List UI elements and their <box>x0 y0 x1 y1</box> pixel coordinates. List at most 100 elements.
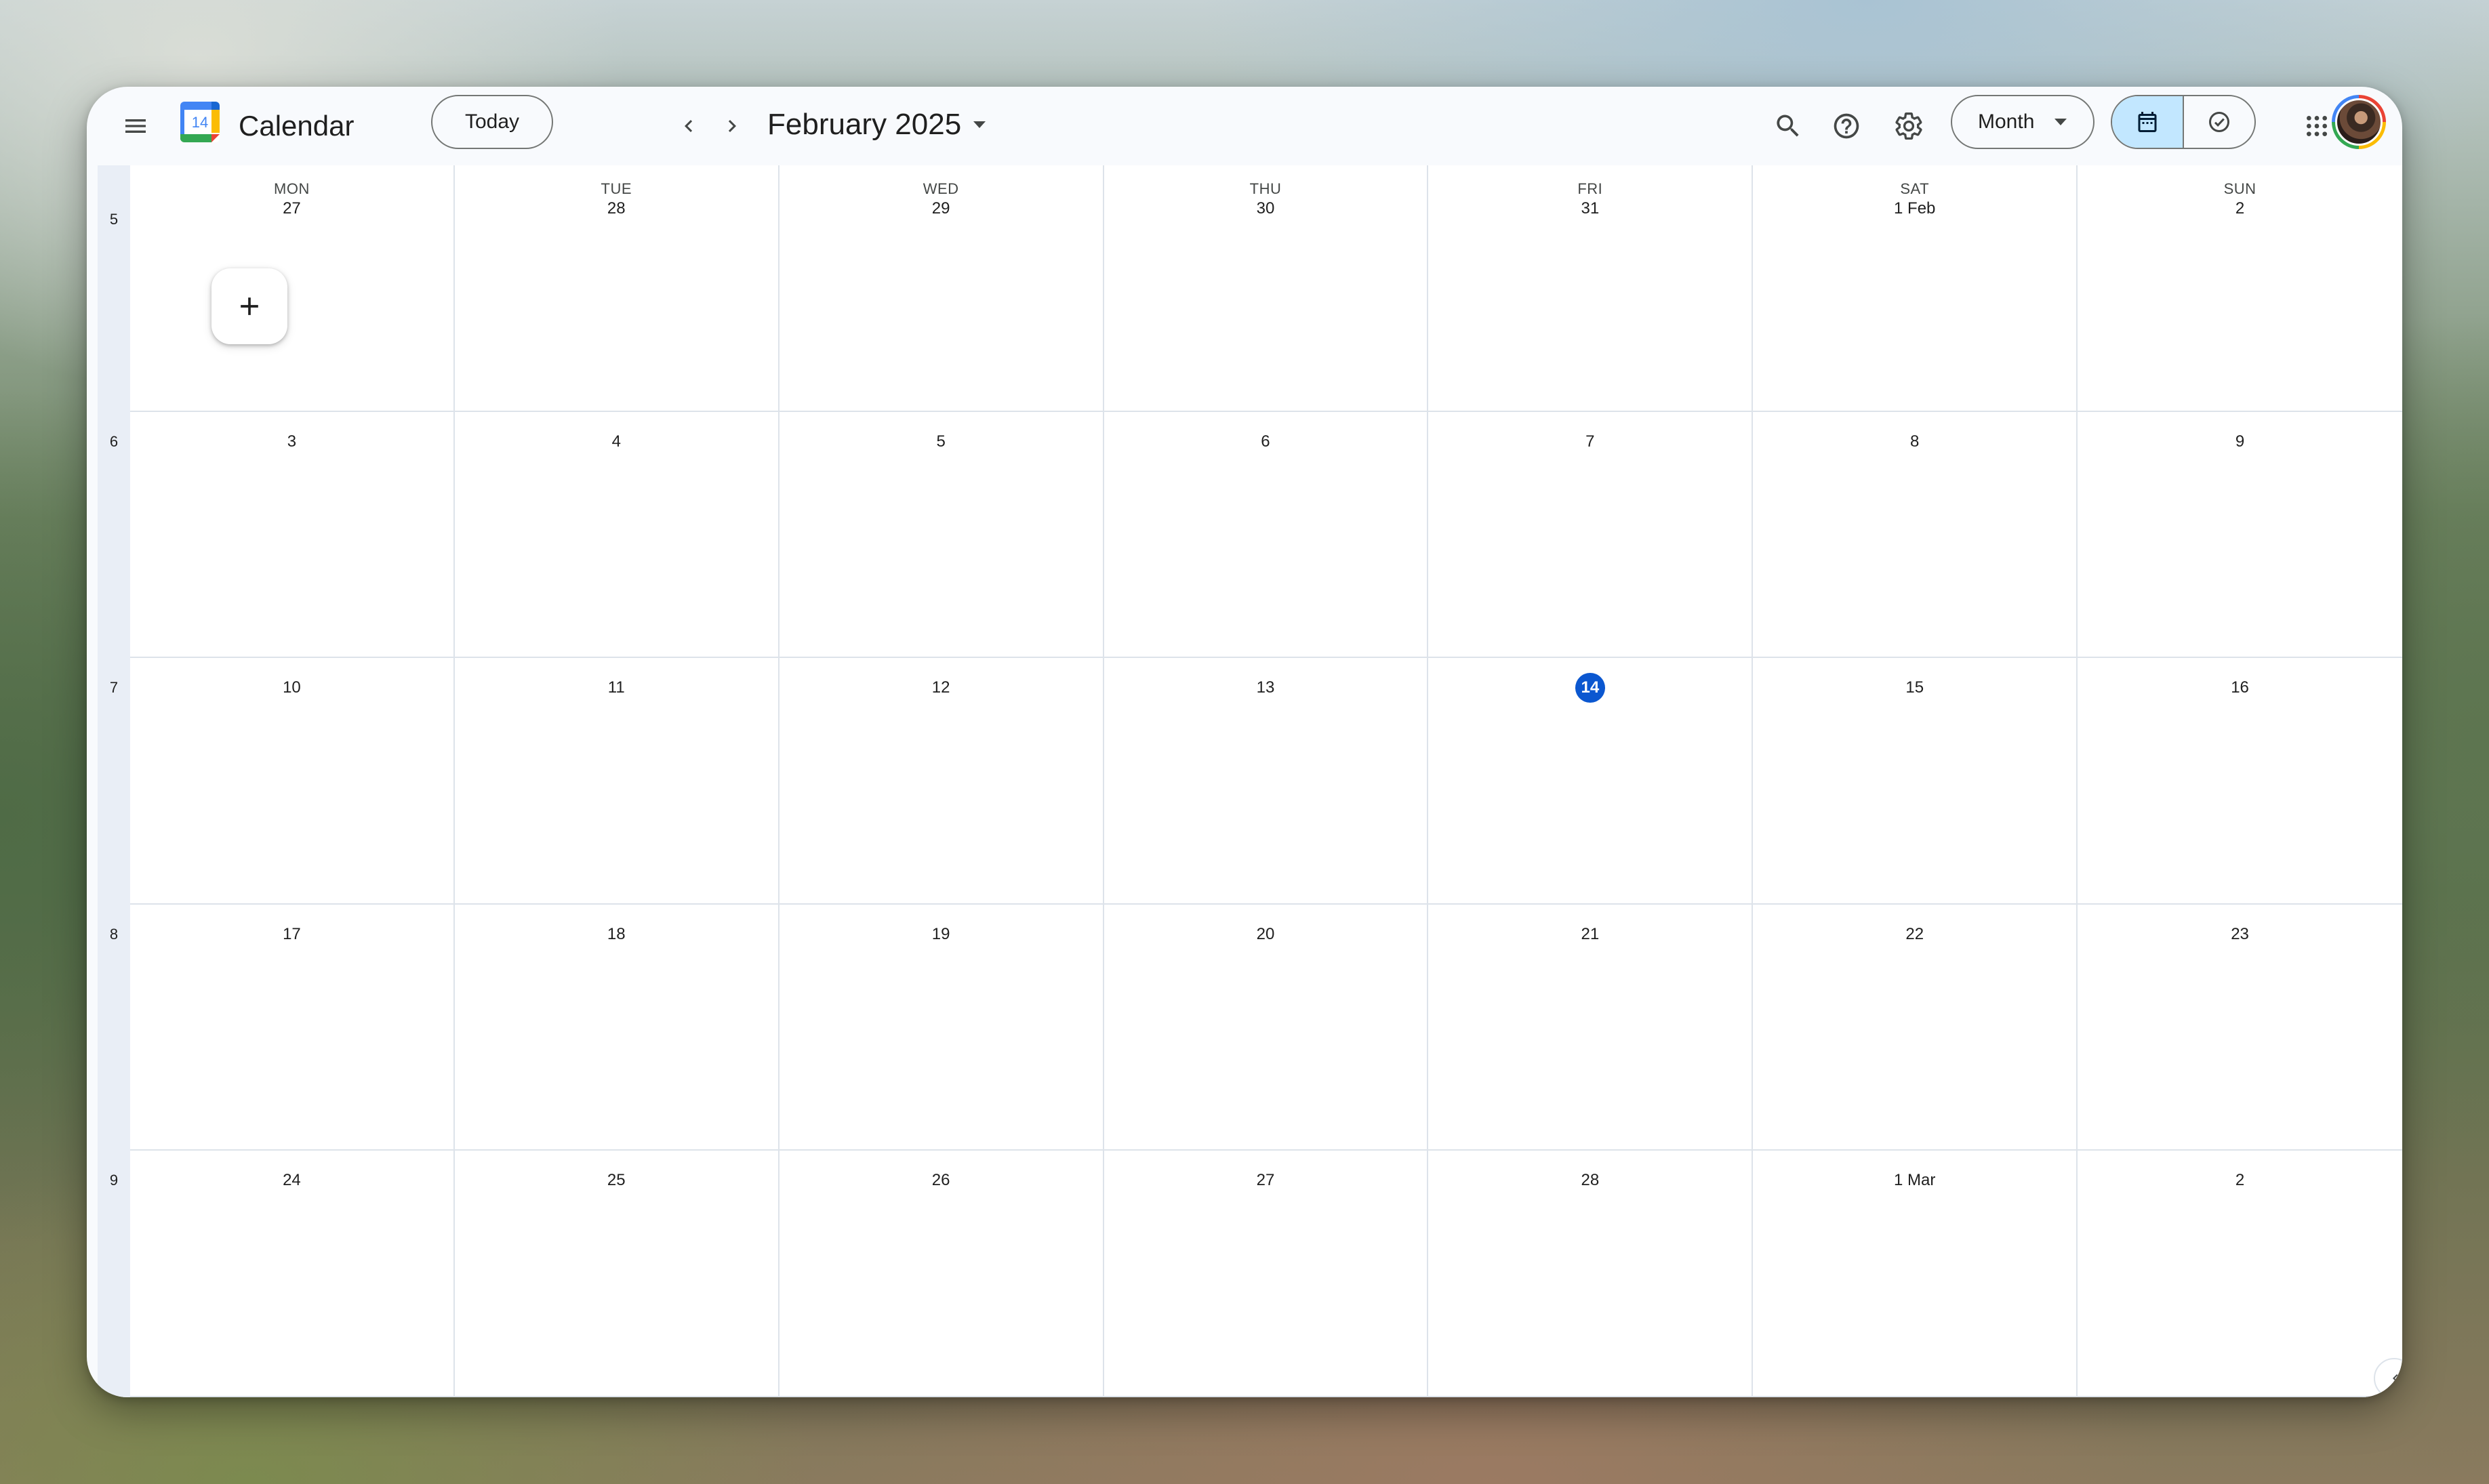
day-cell[interactable]: 21 <box>1428 904 1754 1151</box>
day-cell[interactable]: 5 <box>780 411 1104 659</box>
day-cell[interactable]: 17 <box>130 904 455 1151</box>
week-row: 3 4 5 6 7 8 9 <box>130 411 2402 659</box>
day-cell[interactable]: 15 <box>1753 658 2078 905</box>
day-cell[interactable]: MON 27 <box>130 165 455 412</box>
month-grid: MON 27 TUE 28 WED 29 THU 30 FRI 31 SAT 1 Feb SUN 2 3 4 5… <box>130 165 2402 1397</box>
search-button[interactable] <box>1764 102 1813 150</box>
day-cell[interactable]: 8 <box>1753 411 2078 659</box>
week-number: 9 <box>109 1172 119 1189</box>
day-cell[interactable]: 28 <box>1428 1151 1754 1397</box>
day-cell[interactable]: 27 <box>1104 1151 1429 1397</box>
day-cell[interactable]: 23 <box>2078 905 2402 1151</box>
day-cell[interactable]: 11 <box>455 658 780 905</box>
date-number[interactable]: 17 <box>277 920 306 949</box>
calendar-window: 14 Calendar Today February 2025 Month MO… <box>87 87 2402 1397</box>
date-number[interactable]: 18 <box>601 920 631 949</box>
date-number[interactable]: 30 <box>1251 194 1280 224</box>
day-cell[interactable]: 26 <box>780 1151 1104 1397</box>
day-cell[interactable]: 14 <box>1428 658 1754 905</box>
day-cell[interactable]: 3 <box>130 411 455 659</box>
date-number[interactable]: 2 <box>2225 1166 2255 1195</box>
day-cell[interactable]: 24 <box>130 1151 455 1397</box>
week-row: 24 25 26 27 28 1 Mar 2 <box>130 1151 2402 1397</box>
settings-button[interactable] <box>1884 102 1933 150</box>
day-cell[interactable]: 22 <box>1753 904 2078 1151</box>
date-number[interactable]: 3 <box>277 427 306 457</box>
week-number: 7 <box>109 679 119 697</box>
month-picker-button[interactable]: February 2025 <box>767 100 986 149</box>
day-cell[interactable]: THU 30 <box>1104 165 1429 412</box>
date-number[interactable]: 6 <box>1251 427 1280 457</box>
week-row: 17 18 19 20 21 22 23 <box>130 904 2402 1151</box>
date-number[interactable]: 28 <box>601 194 631 224</box>
caret-down-icon <box>973 121 986 128</box>
today-button[interactable]: Today <box>431 95 553 149</box>
previous-month-button[interactable] <box>664 102 713 150</box>
date-number[interactable]: 8 <box>1900 427 1930 457</box>
day-cell[interactable]: 2 <box>2078 1151 2402 1397</box>
date-number[interactable]: 21 <box>1575 920 1605 949</box>
chevron-left-icon <box>685 120 693 132</box>
date-number[interactable]: 2 <box>2225 194 2255 224</box>
day-cell[interactable]: 16 <box>2078 658 2402 905</box>
week-number: 6 <box>109 432 119 450</box>
date-number[interactable]: 4 <box>601 427 631 457</box>
week-number: 5 <box>109 211 119 228</box>
date-number[interactable]: 19 <box>926 920 956 949</box>
day-cell[interactable]: 6 <box>1104 411 1429 659</box>
date-number[interactable]: 15 <box>1900 673 1930 703</box>
calendar-view-toggle[interactable] <box>2112 96 2183 148</box>
date-number[interactable]: 16 <box>2225 673 2255 703</box>
help-icon <box>1834 113 1859 139</box>
day-cell[interactable]: 1 Mar <box>1753 1151 2078 1397</box>
date-number[interactable]: 9 <box>2225 427 2255 457</box>
date-number[interactable]: 28 <box>1575 1166 1605 1195</box>
date-number[interactable]: 10 <box>277 673 306 703</box>
main-menu-button[interactable] <box>111 102 160 150</box>
view-switcher-dropdown[interactable]: Month <box>1951 95 2095 149</box>
day-cell[interactable]: TUE 28 <box>455 165 780 412</box>
date-number[interactable]: 20 <box>1251 920 1280 949</box>
today-date-number[interactable]: 14 <box>1575 673 1605 703</box>
create-button[interactable] <box>211 268 287 344</box>
day-cell[interactable]: WED 29 <box>780 165 1104 412</box>
caret-down-icon <box>2055 119 2067 125</box>
next-month-button[interactable] <box>708 102 756 150</box>
day-cell[interactable]: FRI 31 <box>1428 165 1754 412</box>
tasks-view-toggle[interactable] <box>2184 96 2254 148</box>
day-cell[interactable]: 7 <box>1428 411 1754 659</box>
day-cell[interactable]: 25 <box>455 1151 780 1397</box>
day-cell[interactable]: 10 <box>130 658 455 905</box>
view-switcher-label: Month <box>1978 110 2035 133</box>
date-number[interactable]: 27 <box>1251 1166 1280 1195</box>
date-number[interactable]: 31 <box>1575 194 1605 224</box>
date-number[interactable]: 13 <box>1251 673 1280 703</box>
day-cell[interactable]: 19 <box>780 904 1104 1151</box>
date-number[interactable]: 24 <box>277 1166 306 1195</box>
plus-icon <box>241 297 258 315</box>
account-avatar[interactable] <box>2332 95 2386 149</box>
date-number[interactable]: 26 <box>926 1166 956 1195</box>
day-cell[interactable]: 20 <box>1104 904 1429 1151</box>
day-cell[interactable]: 4 <box>455 411 780 659</box>
date-number[interactable]: 23 <box>2225 920 2255 949</box>
date-number[interactable]: 7 <box>1575 427 1605 457</box>
date-number[interactable]: 22 <box>1900 920 1930 949</box>
day-cell[interactable]: 12 <box>780 658 1104 905</box>
help-button[interactable] <box>1822 102 1871 150</box>
day-cell[interactable]: 18 <box>455 904 780 1151</box>
app-title: Calendar <box>239 110 355 142</box>
date-number[interactable]: 1 Feb <box>1890 194 1939 224</box>
date-number[interactable]: 1 Mar <box>1890 1166 1939 1195</box>
date-number[interactable]: 29 <box>926 194 956 224</box>
date-number[interactable]: 27 <box>277 194 306 224</box>
date-number[interactable]: 12 <box>926 673 956 703</box>
day-cell[interactable]: 13 <box>1104 658 1429 905</box>
date-number[interactable]: 25 <box>601 1166 631 1195</box>
date-number[interactable]: 11 <box>601 673 631 703</box>
date-number[interactable]: 5 <box>926 427 956 457</box>
day-cell[interactable]: SAT 1 Feb <box>1753 165 2078 412</box>
day-cell[interactable]: SUN 2 <box>2078 165 2402 412</box>
calendar-logo[interactable]: 14 <box>179 100 221 144</box>
day-cell[interactable]: 9 <box>2078 412 2402 659</box>
